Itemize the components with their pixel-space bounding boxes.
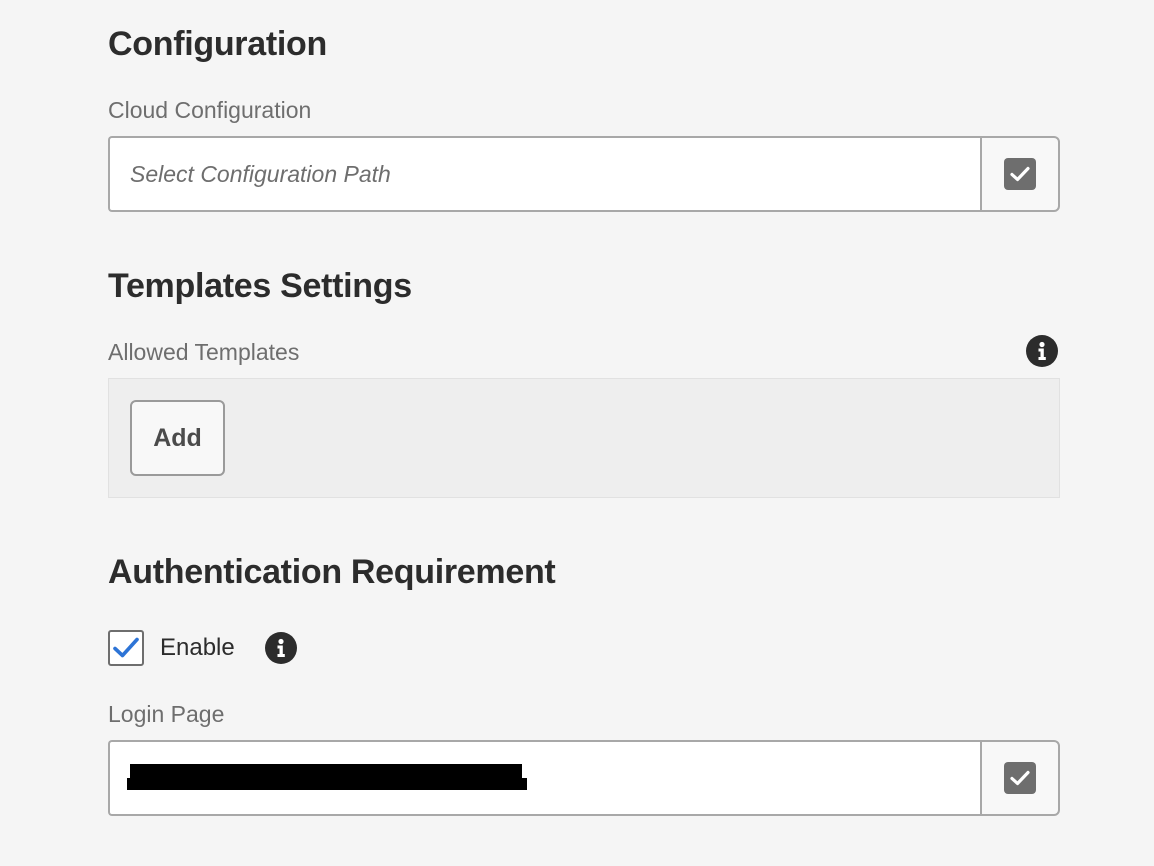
cloud-configuration-field	[108, 136, 1060, 212]
enable-checkbox[interactable]	[108, 630, 144, 666]
configuration-heading: Configuration	[108, 25, 327, 63]
redacted-login-value-underline	[127, 778, 527, 790]
check-icon	[1004, 762, 1036, 794]
enable-label: Enable	[160, 634, 235, 661]
allowed-templates-multifield: Add	[108, 378, 1060, 498]
allowed-templates-label: Allowed Templates	[108, 339, 300, 365]
login-page-label: Login Page	[108, 701, 225, 727]
templates-settings-heading: Templates Settings	[108, 267, 412, 305]
info-icon[interactable]	[1026, 335, 1058, 367]
login-page-picker-button[interactable]	[980, 740, 1060, 816]
add-template-button[interactable]: Add	[130, 400, 225, 476]
cloud-configuration-label: Cloud Configuration	[108, 97, 312, 123]
info-icon[interactable]	[265, 632, 297, 664]
checkbox-check-icon	[113, 637, 139, 658]
check-icon	[1004, 158, 1036, 190]
page: Configuration Cloud Configuration Templa…	[0, 0, 1154, 866]
cloud-configuration-input[interactable]	[108, 136, 980, 212]
authentication-requirement-heading: Authentication Requirement	[108, 553, 556, 591]
cloud-configuration-picker-button[interactable]	[980, 136, 1060, 212]
